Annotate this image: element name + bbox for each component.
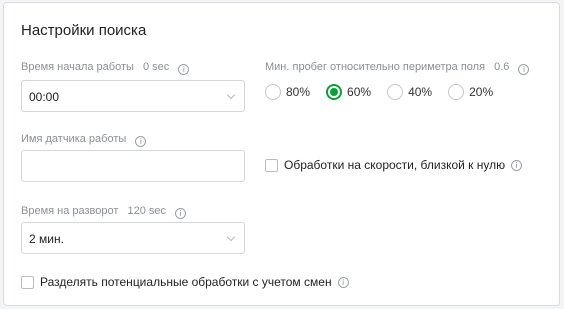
sensor-name-input[interactable] (21, 150, 245, 182)
start-time-value: 00:00 (29, 90, 60, 104)
start-time-hint: 0 sec (142, 61, 170, 73)
info-icon[interactable]: i (178, 64, 190, 75)
min-run-radio-group: 80% 60% 40% 20% (265, 84, 509, 100)
info-icon[interactable]: i (518, 64, 530, 75)
radio-button[interactable] (387, 84, 404, 100)
start-time-select[interactable]: 00:00 (21, 80, 245, 112)
search-settings-card: Настройки поиска Время начала работы 0 s… (3, 2, 560, 306)
info-icon[interactable]: i (511, 159, 523, 171)
chevron-down-icon (226, 232, 236, 242)
min-run-hint: 0.6 (494, 61, 510, 73)
radio-80[interactable]: 80% (265, 84, 310, 100)
turn-time-value: 2 мин. (29, 232, 64, 246)
card-title: Настройки поиска (21, 22, 147, 39)
turn-time-label-row: Время на разворот 120 sec i (21, 205, 187, 219)
info-icon[interactable]: i (337, 276, 349, 288)
split-by-shift-checkbox[interactable] (21, 275, 34, 289)
info-icon[interactable]: i (175, 208, 187, 219)
radio-button[interactable] (265, 84, 281, 100)
near-zero-speed-label: Обработки на скорости, близкой к нулю (284, 158, 506, 172)
turn-time-label: Время на разворот (21, 205, 119, 217)
min-run-label: Мин. пробег относительно периметра поля (265, 61, 486, 73)
radio-button[interactable] (448, 84, 465, 100)
split-by-shift-label: Разделять потенциальные обработки с учет… (40, 275, 332, 289)
near-zero-speed-checkbox-row[interactable]: Обработки на скорости, близкой к нулю i (265, 158, 523, 172)
split-by-shift-checkbox-row[interactable]: Разделять потенциальные обработки с учет… (21, 275, 349, 289)
turn-time-select[interactable]: 2 мин. (21, 222, 245, 254)
sensor-name-label-row: Имя датчика работы i (21, 133, 147, 147)
start-time-label: Время начала работы (21, 61, 134, 73)
radio-20[interactable]: 20% (448, 84, 493, 100)
start-time-label-row: Время начала работы 0 sec i (21, 61, 190, 75)
min-run-label-row: Мин. пробег относительно периметра поля … (265, 61, 530, 75)
radio-40[interactable]: 40% (387, 84, 432, 100)
radio-button-selected[interactable] (326, 84, 343, 100)
sensor-name-label: Имя датчика работы (21, 133, 127, 145)
near-zero-speed-checkbox[interactable] (265, 158, 278, 172)
chevron-down-icon (226, 90, 236, 100)
turn-time-hint: 120 sec (127, 205, 167, 217)
radio-60[interactable]: 60% (326, 84, 371, 100)
info-icon[interactable]: i (135, 136, 147, 147)
